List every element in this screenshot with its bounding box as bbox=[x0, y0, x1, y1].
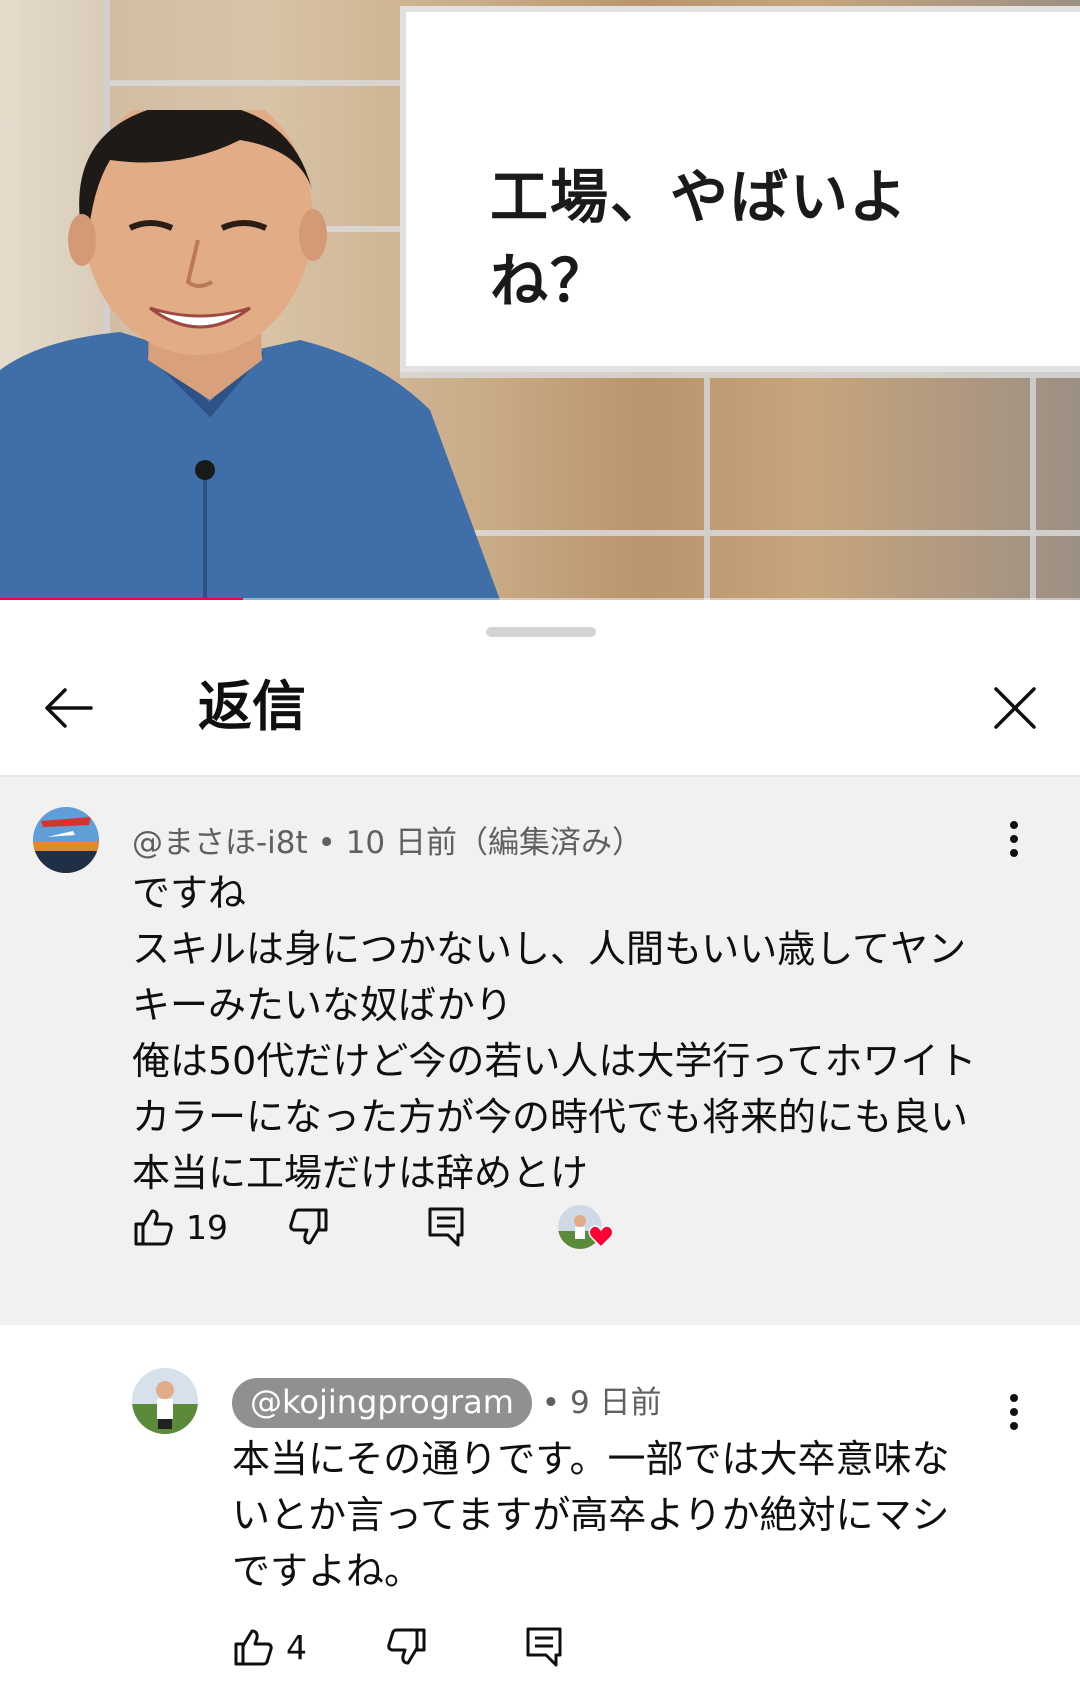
heart-icon bbox=[588, 1225, 614, 1249]
comment-line: キーみたいな奴ばかり bbox=[132, 983, 513, 1027]
video-shelf-post bbox=[704, 378, 710, 600]
more-vert-icon bbox=[1010, 1394, 1018, 1430]
parent-comment: @まさほ-i8t • 10 日前（編集済み） ですね スキルは身につかないし、人… bbox=[0, 777, 1080, 1325]
sheet-drag-handle[interactable] bbox=[486, 627, 596, 637]
back-arrow-icon bbox=[45, 688, 93, 728]
video-shelf bbox=[110, 80, 400, 86]
dislike-button[interactable] bbox=[288, 1197, 330, 1257]
comment-line: スキルは身につかないし、人間もいい歳してヤン bbox=[132, 927, 967, 971]
comment-age: 10 日前（編集済み） bbox=[345, 825, 643, 861]
like-button[interactable]: 4 bbox=[232, 1617, 307, 1677]
reply-text: 本当にその通りです。一部では大卒意味な いとか言ってますが高卒よりか絶対にマシ … bbox=[232, 1431, 949, 1599]
comment-meta: @まさほ-i8t • 10 日前（編集済み） bbox=[132, 817, 643, 862]
like-button[interactable]: 19 bbox=[132, 1197, 228, 1257]
sheet-header: 返信 bbox=[0, 645, 1080, 777]
comment-line: 俺は50代だけど今の若い人は大学行ってホワイト bbox=[132, 1039, 977, 1083]
comment-author[interactable]: @まさほ-i8t bbox=[132, 825, 308, 861]
reply-actions: 4 bbox=[232, 1617, 732, 1677]
avatar-image bbox=[33, 807, 99, 873]
video-presenter bbox=[0, 110, 500, 600]
comment-line: カラーになった方が今の時代でも将来的にも良い bbox=[132, 1095, 969, 1139]
thumb-up-icon bbox=[234, 1629, 273, 1666]
avatar[interactable] bbox=[132, 1368, 198, 1434]
thumb-up-icon bbox=[134, 1209, 173, 1246]
video-shelf-post bbox=[1030, 378, 1036, 600]
meta-separator: • bbox=[541, 1385, 570, 1421]
avatar-image bbox=[132, 1368, 198, 1434]
avatar[interactable] bbox=[33, 807, 99, 873]
whiteboard-text: 工場、やばいよね？ bbox=[490, 163, 909, 315]
thumb-down-icon bbox=[289, 1208, 328, 1245]
reply-age: 9 日前 bbox=[569, 1385, 662, 1421]
comment-line: ですね bbox=[132, 871, 247, 915]
close-button[interactable] bbox=[980, 673, 1050, 743]
meta-separator: • bbox=[317, 825, 346, 861]
video-shelf bbox=[460, 530, 1080, 536]
close-icon bbox=[994, 687, 1036, 729]
like-count: 19 bbox=[186, 1207, 228, 1247]
reply-line: ですよね。 bbox=[232, 1549, 423, 1593]
video-player[interactable]: 工場、やばいよね？ bbox=[0, 0, 1080, 600]
like-count: 4 bbox=[286, 1627, 307, 1667]
dislike-button[interactable] bbox=[386, 1617, 428, 1677]
reply-icon bbox=[428, 1207, 464, 1247]
comment-text: ですね スキルは身につかないし、人間もいい歳してヤン キーみたいな奴ばかり 俺は… bbox=[132, 865, 976, 1201]
creator-handle-chip[interactable]: @kojingprogram bbox=[232, 1378, 532, 1428]
reply-button[interactable] bbox=[426, 1197, 466, 1257]
comment-actions: 19 bbox=[132, 1197, 832, 1257]
comment-menu-button[interactable] bbox=[994, 809, 1034, 869]
replies-sheet: 返信 @まさほ-i8t • 10 日前（編集済み） ですね スキルは身につかない… bbox=[0, 605, 1080, 1691]
video-progress-bar[interactable] bbox=[0, 598, 1080, 600]
thumb-down-icon bbox=[387, 1628, 426, 1665]
reply-line: 本当にその通りです。一部では大卒意味な bbox=[232, 1437, 950, 1481]
reply-meta: @kojingprogram • 9 日前 bbox=[232, 1377, 662, 1428]
sheet-title: 返信 bbox=[198, 675, 306, 738]
reply-menu-button[interactable] bbox=[994, 1382, 1034, 1442]
reply-button[interactable] bbox=[524, 1617, 564, 1677]
video-progress-fill bbox=[0, 598, 243, 600]
reply-line: いとか言ってますが高卒よりか絶対にマシ bbox=[232, 1493, 950, 1537]
reply-icon bbox=[526, 1627, 562, 1667]
comment-line: 本当に工場だけは辞めとけ bbox=[132, 1151, 589, 1195]
more-vert-icon bbox=[1010, 821, 1018, 857]
video-shelf bbox=[400, 372, 1080, 378]
creator-heart bbox=[558, 1197, 618, 1257]
back-button[interactable] bbox=[34, 673, 104, 743]
